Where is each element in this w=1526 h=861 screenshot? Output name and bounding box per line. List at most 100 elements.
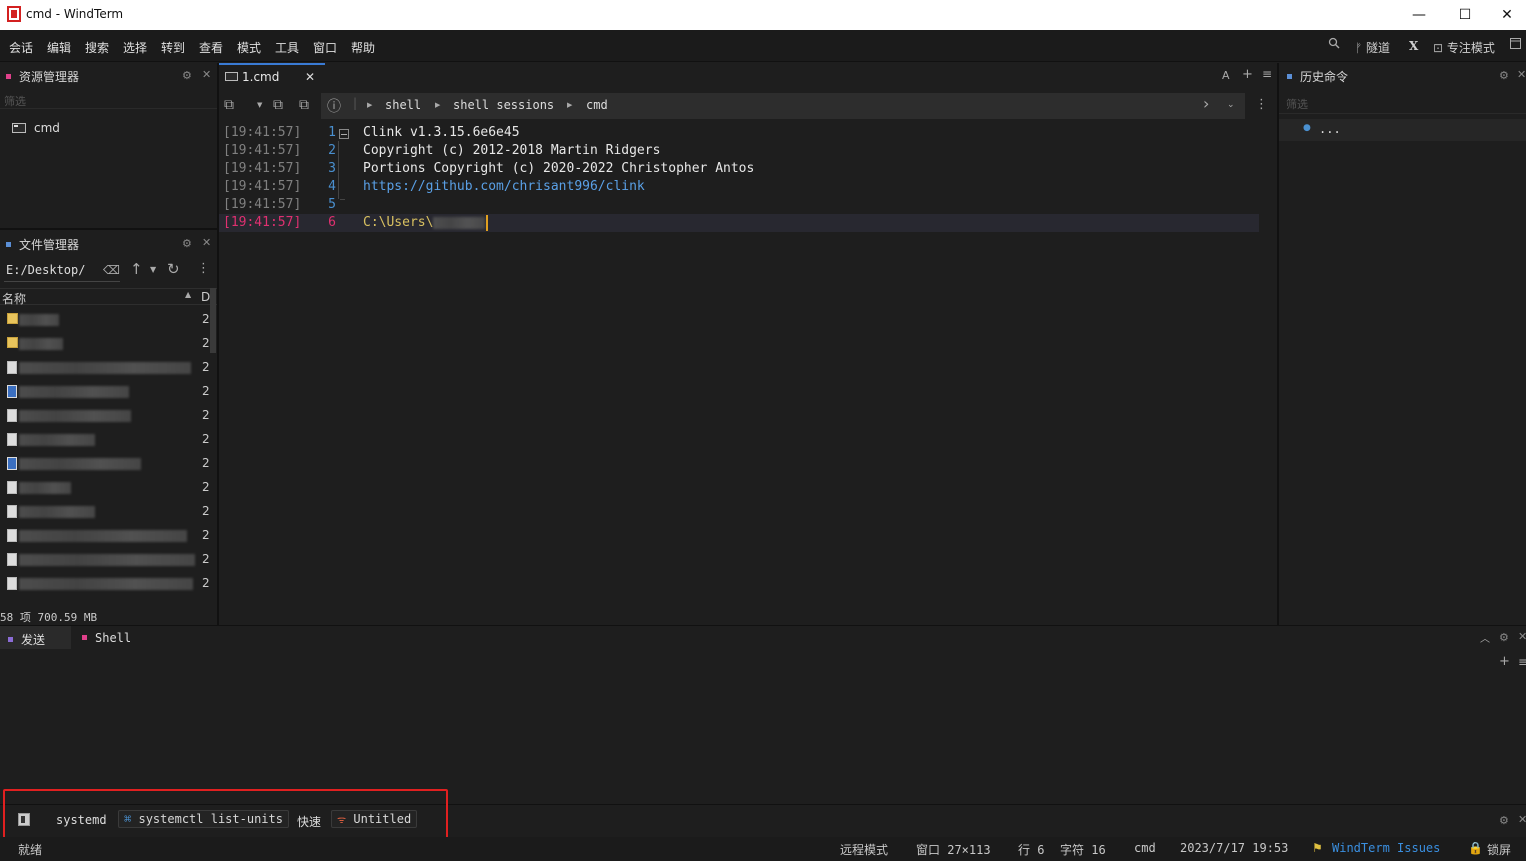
refresh-icon[interactable]: ↻ [167,260,180,278]
menu-mode[interactable]: 模式 [237,39,261,56]
history-item[interactable]: ● ... [1279,119,1526,141]
file-row[interactable]: 2 [0,380,210,404]
lock-icon: 🔒 [1468,841,1483,855]
status-lock[interactable]: 锁屏 [1487,841,1511,858]
file-summary: 58 项 700.59 MB [0,611,98,624]
font-size-icon[interactable]: A [1222,69,1230,82]
line-number: 1 [328,125,336,140]
menu-icon[interactable]: ≡ [1518,655,1526,669]
column-name[interactable]: 名称 [2,290,26,307]
file-row[interactable]: 2 [0,356,210,380]
file-date: 2 [202,504,210,518]
menu-tools[interactable]: 工具 [275,39,299,56]
gear-icon[interactable]: ⚙ [1499,69,1509,82]
search-icon[interactable] [1328,37,1340,52]
file-row[interactable]: 2 [0,572,210,596]
x-button[interactable]: X [1409,39,1418,53]
breadcrumb-cmd[interactable]: cmd [586,98,608,112]
redacted-filename [19,434,95,446]
duplicate-icon[interactable]: ⧉ [273,97,283,113]
info-icon[interactable]: ⓘ [327,96,341,116]
file-row[interactable]: 2 [0,476,210,500]
chevron-down-icon[interactable]: ▼ [257,101,262,109]
resource-filter-input[interactable]: 筛选 [4,93,26,109]
status-window-size[interactable]: 窗口 27×113 [916,841,991,858]
menu-window[interactable]: 窗口 [313,39,337,56]
status-row[interactable]: 行 6 [1018,841,1044,858]
link-text[interactable]: https://github.com/chrisant996/clink [363,178,645,196]
clone-icon[interactable]: ⧉ [299,97,309,113]
history-filter-input[interactable]: 筛选 [1286,96,1308,112]
line-number: 2 [328,143,336,158]
up-arrow-icon[interactable]: ↑ [130,260,143,278]
tab-send[interactable]: 发送 [0,626,71,649]
add-icon[interactable]: + [1499,654,1510,669]
column-date[interactable]: D [201,290,210,304]
file-row[interactable]: 2 [0,332,210,356]
fold-icon[interactable] [339,129,349,139]
file-row[interactable]: 2 [0,524,210,548]
focus-mode-button[interactable]: ⊡ 专注模式 [1433,39,1495,56]
tab-1-cmd[interactable]: 1.cmd ✕ [219,63,325,89]
more-icon[interactable]: ⋮ [197,261,210,276]
scrollbar[interactable] [210,288,216,353]
chevron-up-icon[interactable]: ︿ [1480,630,1490,645]
menu-search[interactable]: 搜索 [85,39,109,56]
sort-asc-icon[interactable]: ▲ [185,290,191,299]
file-row[interactable]: 2 [0,548,210,572]
menu-view[interactable]: 查看 [199,39,223,56]
tab-close-icon[interactable]: ✕ [305,70,315,84]
chevron-right-icon[interactable]: › [1203,94,1209,113]
layout-icon[interactable] [1510,38,1521,52]
path-input[interactable]: E:/Desktop/ [6,263,85,277]
maximize-button[interactable]: ☐ [1442,0,1488,30]
status-issues-link[interactable]: WindTerm Issues [1332,841,1440,855]
panel-marker-icon [1287,74,1292,79]
file-row[interactable]: 2 [0,404,210,428]
file-date: 2 [202,576,210,590]
menu-goto[interactable]: 转到 [161,39,185,56]
file-row[interactable]: 2 [0,308,210,332]
chevron-down-icon[interactable]: ⌄ [1227,100,1235,110]
panel-marker-icon [6,74,11,79]
tunnel-button[interactable]: ᚠ 隧道 [1355,39,1390,56]
close-icon[interactable]: ✕ [1518,813,1526,826]
file-icon [7,481,17,494]
gear-icon[interactable]: ⚙ [1499,631,1509,644]
tab-shell[interactable]: Shell [82,631,131,645]
file-row[interactable]: 2 [0,500,210,524]
breadcrumb-shell-sessions[interactable]: shell sessions [453,98,554,112]
terminal-output[interactable]: [19:41:57] 1 Clink v1.3.15.6e6e45 [19:41:57… [219,124,1259,232]
file-row[interactable]: 2 [0,452,210,476]
file-date: 2 [202,528,210,542]
close-icon[interactable]: ✕ [1517,68,1526,81]
gear-icon[interactable]: ⚙ [182,237,192,250]
shortcut-icon [7,505,17,518]
status-col[interactable]: 字符 16 [1060,841,1106,858]
close-icon[interactable]: ✕ [1518,630,1526,643]
close-icon[interactable]: ✕ [202,68,211,81]
more-icon[interactable]: ⋮ [1255,97,1268,112]
menu-session[interactable]: 会话 [9,39,33,56]
issues-icon: ⚑ [1312,841,1323,855]
minimize-button[interactable]: — [1396,0,1442,30]
clear-path-icon[interactable]: ⌫ [103,263,120,277]
status-remote-mode[interactable]: 远程模式 [840,841,888,858]
tab-menu-icon[interactable]: ≡ [1262,67,1272,81]
menu-edit[interactable]: 编辑 [47,39,71,56]
close-button[interactable]: ✕ [1488,0,1526,30]
status-shell[interactable]: cmd [1134,841,1156,855]
breadcrumb-shell[interactable]: shell [385,98,421,112]
menu-select[interactable]: 选择 [123,39,147,56]
file-list: 2 2 2 2 2 2 2 2 2 2 2 2 [0,308,210,596]
gear-icon[interactable]: ⚙ [182,69,192,82]
new-session-icon[interactable]: ⧉ [224,97,234,113]
path-underline [4,281,120,282]
close-icon[interactable]: ✕ [202,236,211,249]
file-row[interactable]: 2 [0,428,210,452]
menu-help[interactable]: 帮助 [351,39,375,56]
add-tab-icon[interactable]: + [1242,67,1253,82]
gear-icon[interactable]: ⚙ [1499,814,1509,827]
chevron-down-icon[interactable]: ▼ [150,265,156,274]
resource-item-cmd[interactable]: cmd [12,121,60,135]
